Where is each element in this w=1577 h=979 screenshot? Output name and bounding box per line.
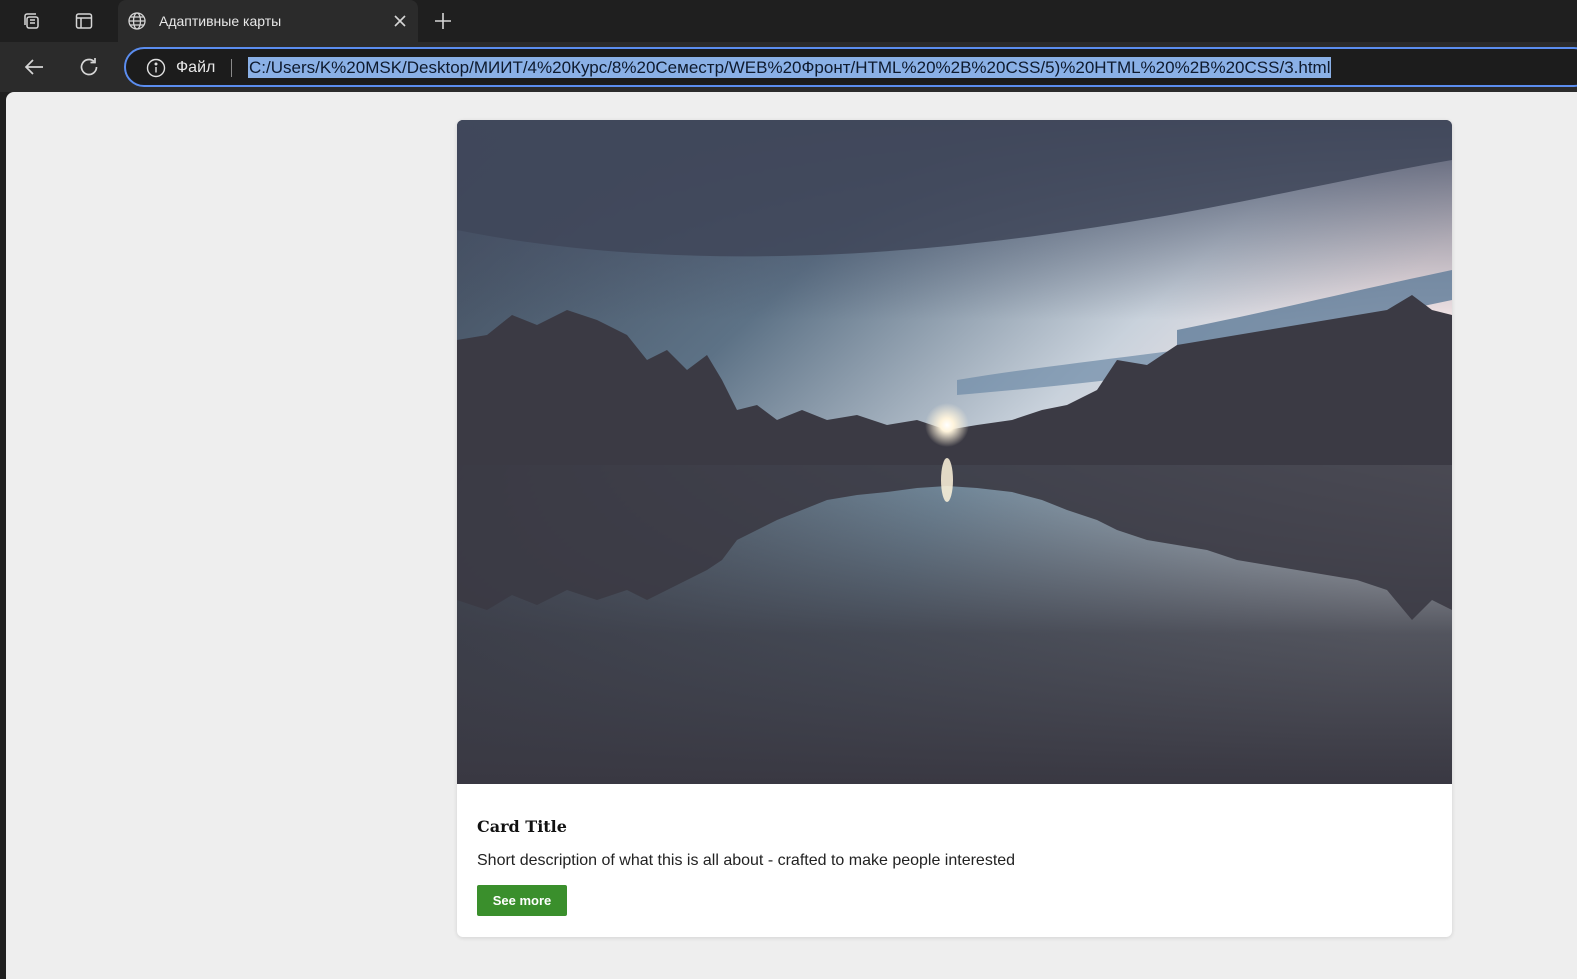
workspaces-icon[interactable] xyxy=(6,0,58,42)
card-image xyxy=(457,120,1452,784)
globe-icon xyxy=(127,11,147,31)
refresh-icon[interactable] xyxy=(71,49,107,85)
url-text[interactable]: C:/Users/K%20MSK/Desktop/МИИТ/4%20Курс/8… xyxy=(248,57,1332,78)
browser-tab-strip: Адаптивные карты xyxy=(0,0,1577,42)
address-bar[interactable]: Файл C:/Users/K%20MSK/Desktop/МИИТ/4%20К… xyxy=(124,47,1577,87)
info-icon[interactable] xyxy=(146,58,166,78)
see-more-button[interactable]: See more xyxy=(477,885,567,916)
address-separator xyxy=(231,59,232,77)
card-description: Short description of what this is all ab… xyxy=(477,852,1016,869)
tab-title: Адаптивные карты xyxy=(159,13,282,29)
card: Card Title Short description of what thi… xyxy=(457,120,1452,937)
back-arrow-icon[interactable] xyxy=(17,49,53,85)
tab-actions-icon[interactable] xyxy=(58,0,110,42)
page-viewport: Card Title Short description of what thi… xyxy=(6,92,1577,979)
close-icon[interactable] xyxy=(390,11,410,31)
scheme-label: Файл xyxy=(176,59,216,76)
card-title: Card Title xyxy=(477,817,567,836)
browser-toolbar: Файл C:/Users/K%20MSK/Desktop/МИИТ/4%20К… xyxy=(0,42,1577,92)
active-tab[interactable]: Адаптивные карты xyxy=(118,0,418,42)
plus-icon[interactable] xyxy=(428,6,458,36)
